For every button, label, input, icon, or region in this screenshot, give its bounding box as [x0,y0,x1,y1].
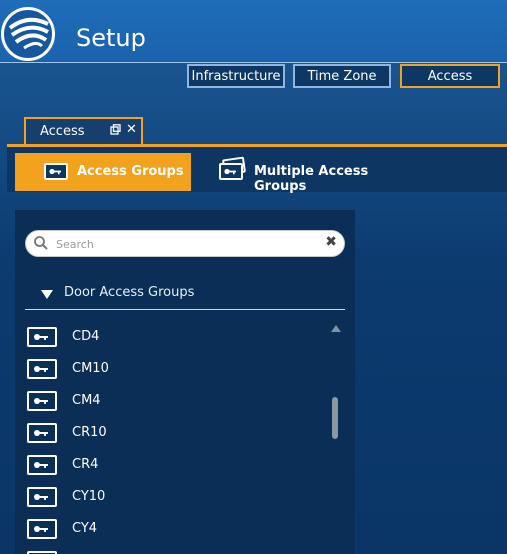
close-icon[interactable]: ✕ [126,122,137,137]
list-item-label: CM4 [72,393,101,408]
key-icon [27,327,57,347]
doc-tab-label: Access [40,124,85,139]
access-group-list: CD4 CM10 CM4 CR10 CR4 CY10 CY4 [25,320,325,554]
list-item-label: CY10 [72,489,106,504]
key-icon [27,519,57,539]
list-item[interactable]: CR4 [25,448,325,480]
list-item[interactable]: CY10 [25,480,325,512]
group-header-label: Door Access Groups [64,285,195,300]
list-item[interactable]: CM4 [25,384,325,416]
list-item[interactable]: CD4 [25,320,325,352]
list-item-label: CD4 [72,329,100,344]
doc-tab-access[interactable]: Access ✕ [24,117,143,144]
clear-icon[interactable]: ✖ [325,234,337,250]
scroll-up-icon[interactable] [331,325,341,332]
list-item[interactable] [25,544,325,554]
scrollbar-thumb[interactable] [332,397,338,439]
list-item-label: CM10 [72,361,109,376]
keys-stack-icon [219,156,247,182]
access-groups-label: Access Groups [77,164,184,179]
tab-access[interactable]: Access [400,64,500,88]
tab-infrastructure[interactable]: Infrastructure [187,64,285,88]
search-box[interactable]: ✖ [25,230,345,257]
triangle-down-icon[interactable] [41,290,53,299]
multiple-access-groups-button[interactable]: Multiple Access Groups [214,153,424,194]
key-icon [27,455,57,475]
page-title: Setup [76,24,146,52]
key-icon [27,359,57,379]
search-icon [33,235,49,255]
divider [25,309,345,310]
search-input[interactable] [54,234,318,255]
key-icon [27,423,57,443]
list-item[interactable]: CM10 [25,352,325,384]
list-item-label: CR10 [72,425,107,440]
app-header: Setup [0,0,507,63]
list-item[interactable]: CR10 [25,416,325,448]
list-item[interactable]: CY4 [25,512,325,544]
group-header-door-access[interactable]: Door Access Groups [25,282,345,308]
key-icon [44,163,68,180]
list-item-label: CY4 [72,521,98,536]
list-item-label: CR4 [72,457,99,472]
multiple-access-groups-label: Multiple Access Groups [254,164,369,194]
tab-time-zone[interactable]: Time Zone [293,64,391,88]
key-icon [27,391,57,411]
float-window-icon[interactable] [110,124,121,138]
access-groups-button[interactable]: Access Groups [15,153,191,191]
logo-icon [1,7,55,61]
key-icon [27,487,57,507]
